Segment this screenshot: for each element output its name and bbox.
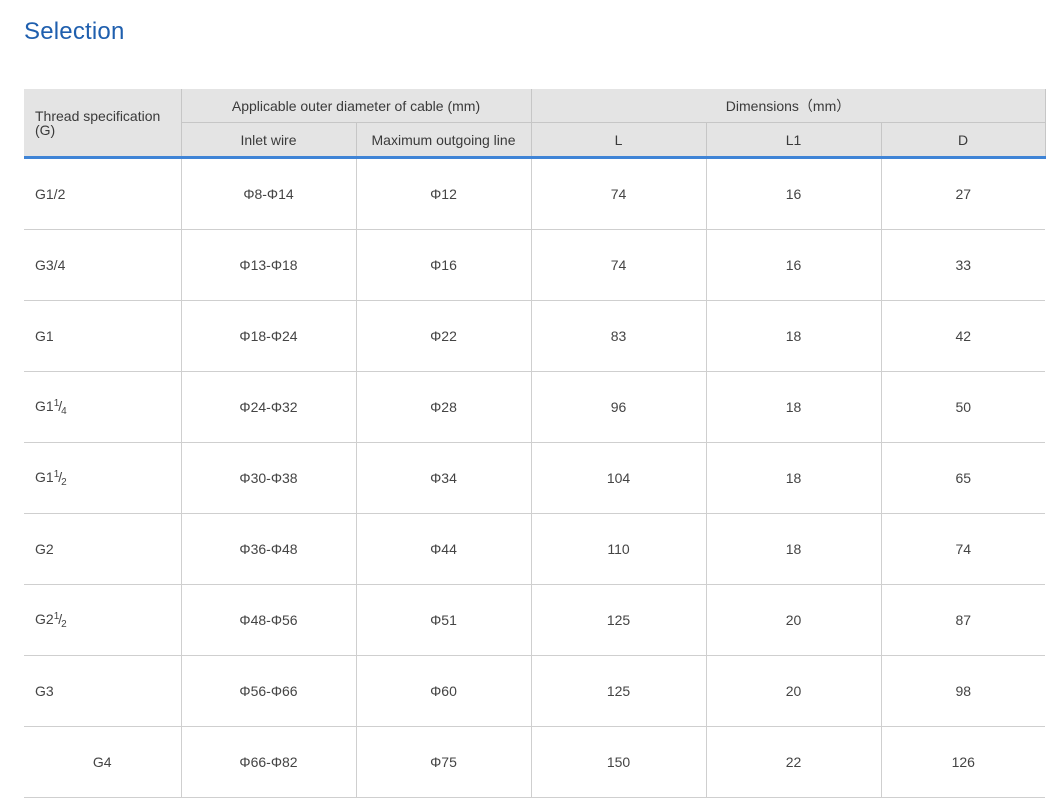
table-row: G21/2 Φ48-Φ56 Φ51 125 20 87	[24, 584, 1046, 656]
l1-cell: 16	[705, 229, 882, 301]
max-outgoing-cell: Φ34	[355, 442, 532, 514]
l1-cell: 18	[705, 513, 882, 585]
max-outgoing-cell: Φ12	[355, 157, 532, 230]
l-header: L	[530, 122, 707, 159]
l1-header: L1	[705, 122, 882, 159]
inlet-wire-cell: Φ66-Φ82	[180, 726, 356, 798]
l-cell: 125	[530, 584, 707, 656]
inlet-wire-cell: Φ24-Φ32	[180, 371, 356, 443]
inlet-wire-cell: Φ30-Φ38	[180, 442, 356, 514]
thread-fraction-denominator: 2	[61, 618, 67, 630]
inlet-wire-cell: Φ48-Φ56	[180, 584, 356, 656]
thread-cell: G1/2	[24, 157, 181, 230]
d-cell: 74	[880, 513, 1046, 585]
l1-cell: 20	[705, 584, 882, 656]
table-row: G3 Φ56-Φ66 Φ60 125 20 98	[24, 655, 1046, 727]
l1-cell: 20	[705, 655, 882, 727]
thread-cell: G11/2	[24, 442, 181, 514]
thread-value: G1/2	[35, 186, 66, 202]
inlet-wire-cell: Φ13-Φ18	[180, 229, 356, 301]
l-cell: 83	[530, 300, 707, 372]
page-title: Selection	[24, 18, 125, 45]
inlet-wire-cell: Φ8-Φ14	[180, 157, 356, 230]
l-cell: 74	[530, 157, 707, 230]
thread-value: G3/4	[35, 257, 66, 273]
l1-cell: 22	[705, 726, 882, 798]
thread-value: G3	[35, 683, 54, 699]
table-row: G11/2 Φ30-Φ38 Φ34 104 18 65	[24, 442, 1046, 514]
inlet-wire-cell: Φ36-Φ48	[180, 513, 356, 585]
l1-cell: 18	[705, 442, 882, 514]
l-cell: 104	[530, 442, 707, 514]
max-outgoing-cell: Φ75	[355, 726, 532, 798]
thread-value: G2	[35, 610, 54, 627]
thread-cell: G3/4	[24, 229, 181, 301]
d-cell: 98	[880, 655, 1046, 727]
table-row: G1 Φ18-Φ24 Φ22 83 18 42	[24, 300, 1046, 372]
table-row: G4 Φ66-Φ82 Φ75 150 22 126	[24, 726, 1046, 798]
dimensions-header: Dimensions（mm）	[530, 89, 1046, 123]
inlet-wire-header: Inlet wire	[181, 122, 357, 159]
thread-cell: G21/2	[24, 584, 181, 656]
thread-cell: G1	[24, 300, 181, 372]
thread-cell: G2	[24, 513, 181, 585]
table-row: G3/4 Φ13-Φ18 Φ16 74 16 33	[24, 229, 1046, 301]
max-outgoing-cell: Φ60	[355, 655, 532, 727]
thread-value: G2	[35, 541, 54, 557]
l1-cell: 18	[705, 371, 882, 443]
table-row: G1/2 Φ8-Φ14 Φ12 74 16 27	[24, 157, 1046, 230]
thread-cell: G4	[24, 726, 181, 798]
inlet-wire-cell: Φ18-Φ24	[180, 300, 356, 372]
thread-fraction-denominator: 4	[61, 405, 67, 417]
cable-diameter-header: Applicable outer diameter of cable (mm)	[180, 89, 532, 123]
d-cell: 33	[880, 229, 1046, 301]
d-cell: 65	[880, 442, 1046, 514]
thread-fraction-denominator: 2	[61, 476, 67, 488]
max-outgoing-cell: Φ28	[355, 371, 532, 443]
l-cell: 96	[530, 371, 707, 443]
max-outgoing-cell: Φ51	[355, 584, 532, 656]
l1-cell: 18	[705, 300, 882, 372]
l-cell: 74	[530, 229, 707, 301]
max-outgoing-header: Maximum outgoing line	[355, 122, 532, 159]
max-outgoing-cell: Φ22	[355, 300, 532, 372]
table-body: G1/2 Φ8-Φ14 Φ12 74 16 27 G3/4 Φ13-Φ18 Φ16 74 16 33 G…	[24, 157, 1046, 798]
table-row: G11/4 Φ24-Φ32 Φ28 96 18 50	[24, 371, 1046, 443]
d-cell: 50	[880, 371, 1046, 443]
thread-value: G4	[92, 754, 112, 770]
l-cell: 125	[530, 655, 707, 727]
l-cell: 150	[530, 726, 707, 798]
d-header: D	[880, 122, 1046, 159]
l-cell: 110	[530, 513, 707, 585]
thread-value: G1	[35, 328, 54, 344]
l1-cell: 16	[705, 157, 882, 230]
thread-value: G1	[35, 397, 54, 414]
d-cell: 42	[880, 300, 1046, 372]
max-outgoing-cell: Φ44	[355, 513, 532, 585]
selection-table: Thread specification (G) Applicable oute…	[24, 89, 1046, 798]
thread-cell: G11/4	[24, 371, 181, 443]
thread-value: G1	[35, 468, 54, 485]
d-cell: 27	[880, 157, 1046, 230]
inlet-wire-cell: Φ56-Φ66	[180, 655, 356, 727]
thread-cell: G3	[24, 655, 181, 727]
table-row: G2 Φ36-Φ48 Φ44 110 18 74	[24, 513, 1046, 585]
d-cell: 87	[880, 584, 1046, 656]
max-outgoing-cell: Φ16	[355, 229, 532, 301]
thread-spec-header: Thread specification (G)	[24, 89, 182, 159]
d-cell: 126	[880, 726, 1046, 798]
